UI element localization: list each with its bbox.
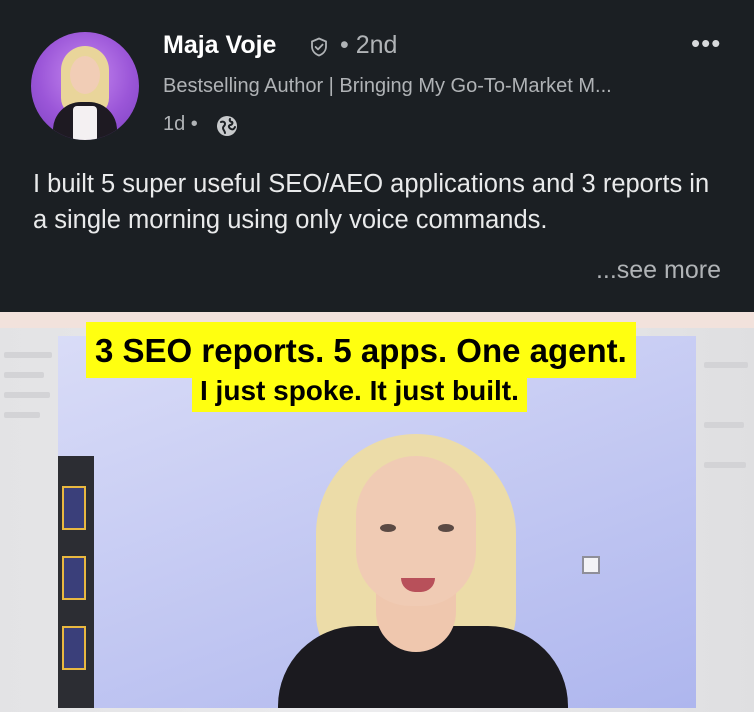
post-header: Maja Voje • 2nd ••• Bestselling Author |… — [0, 0, 754, 312]
post-timestamp: 1d • — [163, 113, 198, 135]
background-line — [704, 462, 746, 468]
wall-switch — [582, 556, 600, 574]
author-headline: Bestselling Author | Bringing My Go-To-M… — [163, 75, 612, 97]
verified-shield-icon — [311, 37, 327, 57]
post-body-text: I built 5 super useful SEO/AEO applicati… — [33, 170, 710, 234]
background-line — [4, 372, 44, 378]
background-line — [4, 412, 40, 418]
book — [62, 486, 86, 530]
background-line — [4, 352, 52, 358]
book — [62, 556, 86, 600]
author-avatar[interactable] — [31, 32, 139, 140]
background-line — [704, 422, 744, 428]
book — [62, 626, 86, 670]
author-name[interactable]: Maja Voje — [163, 31, 276, 60]
more-options-icon[interactable]: ••• — [691, 28, 721, 59]
bookshelf — [58, 456, 94, 708]
background-line — [704, 362, 748, 368]
see-more-link[interactable]: ...see more — [596, 256, 721, 285]
globe-icon — [217, 116, 237, 136]
presenter-eye — [380, 524, 396, 532]
background-line — [4, 392, 50, 398]
connection-degree: • 2nd — [340, 31, 398, 59]
video-caption-line2: I just spoke. It just built. — [192, 370, 527, 412]
presenter-eye — [438, 524, 454, 532]
avatar-face — [70, 56, 100, 94]
avatar-shirt — [73, 106, 97, 140]
